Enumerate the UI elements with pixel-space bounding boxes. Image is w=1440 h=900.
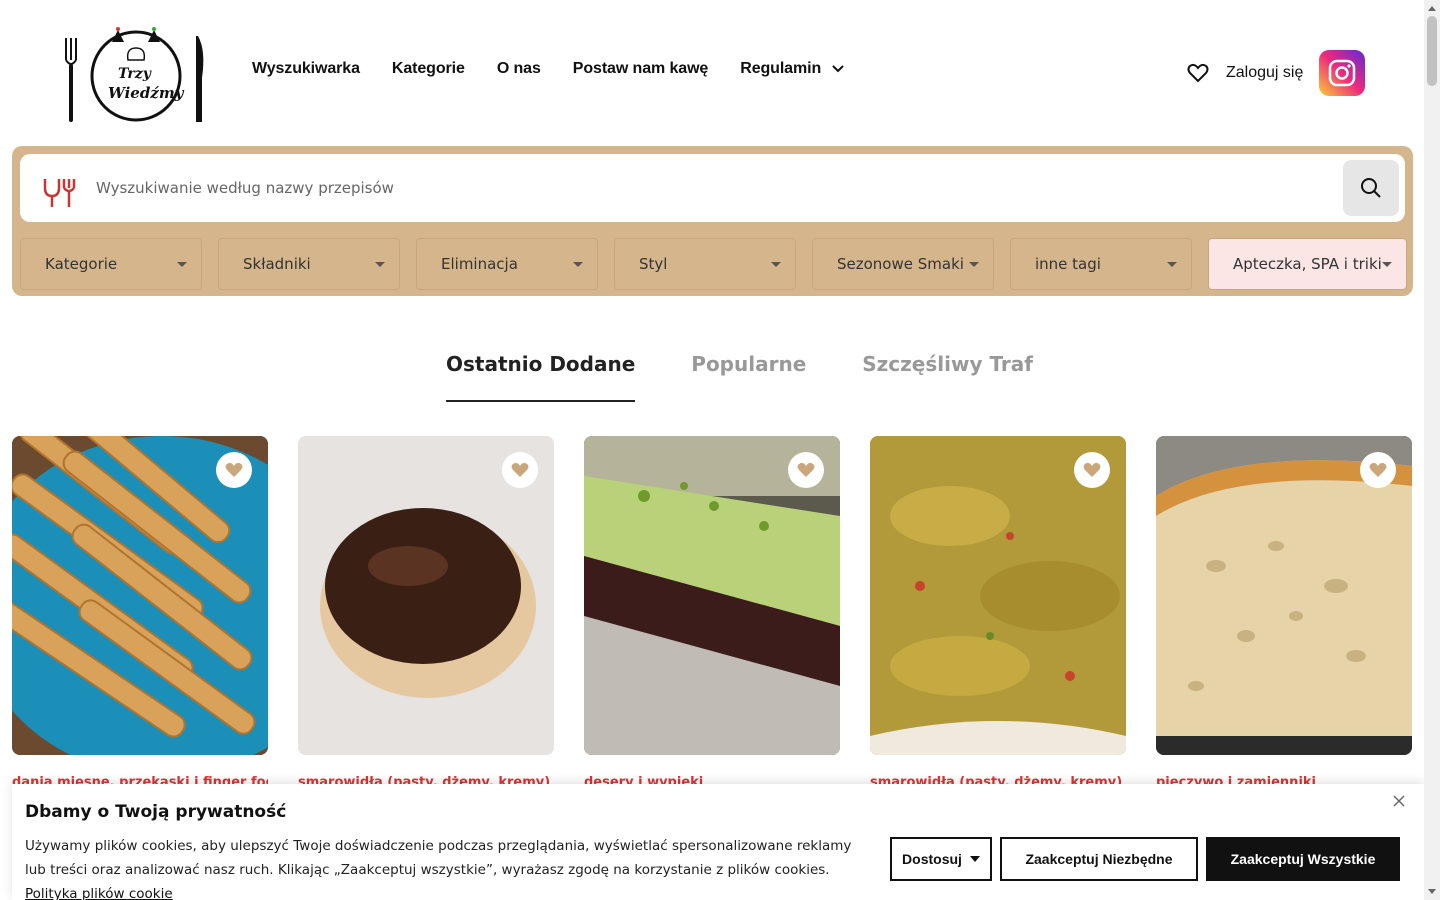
recipe-card[interactable]: desery i wypieki [584, 436, 840, 790]
filter-label: Styl [639, 255, 668, 273]
main-nav: Wyszukiwarka Kategorie O nas Postaw nam … [252, 60, 845, 78]
filter-kategorie[interactable]: Kategorie [20, 238, 202, 290]
favorite-button[interactable] [216, 452, 252, 488]
nav-label: Kategorie [391, 60, 465, 77]
filter-label: Składniki [243, 255, 311, 273]
recipe-tabs: Ostatnio Dodane Popularne Szczęśliwy Tra… [446, 352, 1033, 402]
recipe-image[interactable] [870, 436, 1126, 755]
filter-label: Apteczka, SPA i triki [1233, 255, 1382, 273]
cookie-customize-button[interactable]: Dostosuj [890, 837, 992, 881]
search-panel: Kategorie Składniki Eliminacja Styl Sezo… [12, 146, 1413, 296]
recipe-image[interactable] [298, 436, 554, 755]
login-link[interactable]: Zaloguj się [1226, 64, 1303, 82]
filter-inne-tagi[interactable]: inne tagi [1010, 238, 1192, 290]
customize-label: Dostosuj [902, 851, 962, 867]
heart-icon [797, 462, 815, 477]
close-icon[interactable] [1392, 794, 1406, 808]
logo-text-wiedzmy: Wiedźmy [108, 84, 185, 102]
recipe-card[interactable]: smarowidła (pasty, dżemy, kremy) [298, 436, 554, 790]
heart-icon [511, 462, 529, 477]
nav-postaw-kawe[interactable]: Postaw nam kawę [572, 60, 709, 78]
nav-label: Postaw nam kawę [572, 60, 709, 77]
caret-down-icon [969, 262, 979, 267]
filter-sezonowe-smaki[interactable]: Sezonowe Smaki [812, 238, 994, 290]
tab-popularne[interactable]: Popularne [691, 352, 806, 402]
caret-down-icon [177, 262, 187, 267]
filter-apteczka[interactable]: Apteczka, SPA i triki [1208, 238, 1407, 290]
scroll-up-arrow-icon[interactable] [1428, 6, 1436, 11]
logo-text-trzy: Trzy [118, 66, 152, 82]
nav-kategorie[interactable]: Kategorie [392, 60, 465, 78]
caret-down-icon [375, 262, 385, 267]
favorite-button[interactable] [1074, 452, 1110, 488]
cutlery-icon [43, 179, 76, 207]
heart-icon [225, 462, 243, 477]
recipe-card[interactable]: dania mięsne, przekąski i finger food [12, 436, 268, 790]
recipe-image[interactable] [584, 436, 840, 755]
nav-label: Regulamin [740, 60, 822, 77]
scroll-down-arrow-icon[interactable] [1428, 889, 1436, 894]
cookie-title: Dbamy o Twoją prywatność [25, 802, 287, 822]
favorite-button[interactable] [788, 452, 824, 488]
filter-row: Kategorie Składniki Eliminacja Styl Sezo… [20, 238, 1407, 290]
search-icon [1361, 178, 1381, 198]
filter-styl[interactable]: Styl [614, 238, 796, 290]
favorite-button[interactable] [502, 452, 538, 488]
recipe-card[interactable]: smarowidła (pasty, dżemy, kremy) [870, 436, 1126, 790]
recipe-cards: dania mięsne, przekąski i finger food sm… [12, 436, 1412, 790]
recipe-image[interactable] [12, 436, 268, 755]
cookie-policy-link[interactable]: Polityka plików cookie [25, 886, 173, 900]
search-input[interactable] [96, 170, 1326, 206]
instagram-icon[interactable] [1319, 50, 1366, 96]
nav-regulamin[interactable]: Regulamin [740, 60, 845, 78]
tab-szczesliwy-traf[interactable]: Szczęśliwy Traf [862, 352, 1033, 402]
caret-down-icon [573, 262, 583, 267]
cookie-body: Używamy plików cookies, aby ulepszyć Two… [25, 838, 852, 878]
filter-label: Kategorie [45, 255, 118, 273]
filter-eliminacja[interactable]: Eliminacja [416, 238, 598, 290]
cookie-text: Używamy plików cookies, aby ulepszyć Two… [25, 834, 865, 900]
caret-down-icon [969, 856, 980, 862]
nav-wyszukiwarka[interactable]: Wyszukiwarka [252, 60, 360, 78]
caret-down-icon [1167, 262, 1177, 267]
cookie-accept-necessary-button[interactable]: Zaakceptuj Niezbędne [1000, 837, 1198, 881]
search-box [20, 154, 1405, 222]
tab-ostatnio-dodane[interactable]: Ostatnio Dodane [446, 352, 636, 402]
caret-down-icon [1382, 262, 1392, 267]
nav-label: Wyszukiwarka [252, 60, 360, 77]
filter-label: Sezonowe Smaki [837, 255, 964, 273]
nav-o-nas[interactable]: O nas [497, 60, 541, 78]
scrollbar-thumb[interactable] [1427, 16, 1437, 86]
site-logo[interactable]: Trzy Wiedźmy [62, 20, 210, 126]
heart-icon [1369, 462, 1387, 477]
filter-label: inne tagi [1035, 255, 1101, 273]
favorite-button[interactable] [1360, 452, 1396, 488]
recipe-card[interactable]: pieczywo i zamienniki [1156, 436, 1412, 790]
search-button[interactable] [1343, 160, 1399, 216]
filter-skladniki[interactable]: Składniki [218, 238, 400, 290]
favorites-heart-icon[interactable] [1186, 61, 1210, 85]
heart-icon [1083, 462, 1101, 477]
chevron-down-icon [832, 65, 844, 73]
site-header: Trzy Wiedźmy Wyszukiwarka Kategorie O na… [0, 0, 1424, 146]
page-scrollbar[interactable] [1424, 0, 1440, 900]
user-area: Zaloguj się [1186, 50, 1366, 96]
nav-label: O nas [496, 60, 541, 77]
filter-label: Eliminacja [441, 255, 518, 273]
caret-down-icon [771, 262, 781, 267]
recipe-image[interactable] [1156, 436, 1412, 755]
cookie-banner: Dbamy o Twoją prywatność Używamy plików … [12, 784, 1424, 900]
cookie-accept-all-button[interactable]: Zaakceptuj Wszystkie [1206, 837, 1400, 881]
